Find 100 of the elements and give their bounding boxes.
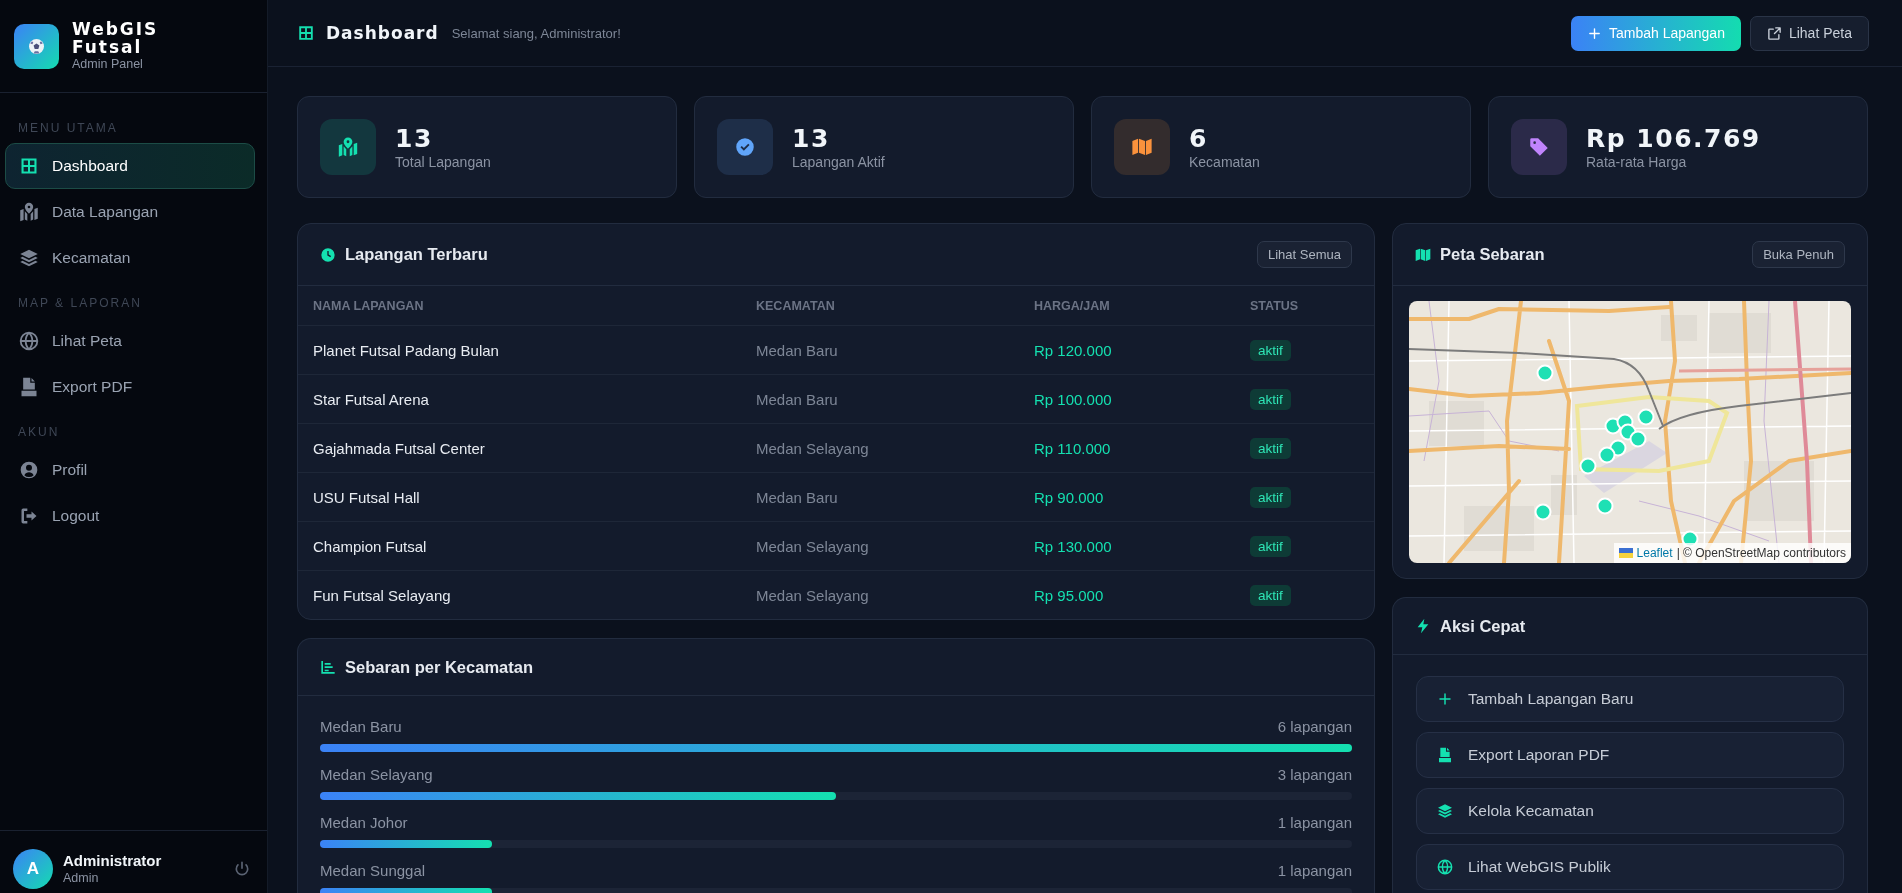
user-name: Administrator [63, 852, 163, 870]
file-icon [19, 377, 39, 397]
leaflet-link[interactable]: Leaflet [1636, 546, 1673, 560]
stat-label: Rata-rata Harga [1586, 152, 1688, 171]
quick-action-button[interactable]: Export Laporan PDF [1416, 732, 1844, 778]
price-text: Rp 120.000 [1034, 341, 1112, 359]
stat-label: Total Lapangan [395, 152, 491, 171]
fullscreen-button[interactable]: Buka Penuh [1752, 241, 1845, 268]
card-title: Sebaran per Kecamatan [345, 657, 533, 677]
district-name: Medan Baru [756, 488, 838, 506]
stat-value: 13 [395, 123, 434, 153]
district-name: Medan Johor [320, 814, 408, 832]
sidebar-item[interactable]: Export PDF [5, 364, 255, 410]
bar-chart-icon [320, 659, 336, 675]
card-title: Peta Sebaran [1440, 245, 1545, 264]
field-name: USU Futsal Hall [313, 488, 420, 506]
page-title: Dashboard [326, 23, 439, 43]
column-header: NAMA LAPANGAN [313, 298, 424, 313]
user-role: Admin [63, 870, 100, 886]
map-marker-icon[interactable] [1598, 446, 1616, 464]
quick-action-button[interactable]: Kelola Kecamatan [1416, 788, 1844, 834]
district-name: Medan Selayang [756, 586, 869, 604]
district-name: Medan Baru [756, 341, 838, 359]
price-text: Rp 95.000 [1034, 586, 1104, 604]
globe-icon [1437, 859, 1453, 875]
map-pin-icon [320, 119, 376, 175]
quick-action-button[interactable]: Tambah Lapangan Baru [1416, 676, 1844, 722]
field-count: 1 lapangan [1277, 814, 1352, 832]
sidebar-item[interactable]: Profil [5, 447, 255, 493]
district-name: Medan Selayang [320, 766, 433, 784]
plus-icon [1437, 691, 1453, 707]
district-name: Medan Baru [756, 390, 838, 408]
stat-value: Rp 106.769 [1586, 123, 1761, 153]
tag-icon [1511, 119, 1567, 175]
price-text: Rp 100.000 [1034, 390, 1112, 408]
logout-icon [19, 506, 39, 526]
status-badge: aktif [1250, 535, 1291, 557]
field-name: Fun Futsal Selayang [313, 586, 451, 604]
sidebar-item[interactable]: Data Lapangan [5, 189, 255, 235]
greeting-text: Selamat siang, Administrator! [451, 25, 621, 41]
clock-icon [320, 246, 336, 263]
field-count: 6 lapangan [1277, 718, 1352, 736]
status-badge: aktif [1250, 388, 1291, 410]
globe-icon [19, 331, 39, 351]
map-marker-icon[interactable] [1534, 503, 1552, 521]
stat-label: Lapangan Aktif [792, 152, 885, 171]
sidebar-item[interactable]: Dashboard [5, 143, 255, 189]
open-map-button[interactable]: Lihat Peta [1749, 15, 1869, 51]
plus-icon [1586, 25, 1602, 41]
sidebar-item[interactable]: Kecamatan [5, 235, 255, 281]
user-icon [19, 460, 39, 480]
map-marker-icon[interactable] [1536, 364, 1554, 382]
district-name: Medan Sunggal [320, 862, 426, 880]
price-text: Rp 130.000 [1034, 537, 1112, 555]
view-all-button[interactable]: Lihat Semua [1257, 241, 1352, 268]
map-icon [1114, 119, 1170, 175]
column-header: HARGA/JAM [1034, 298, 1110, 313]
section-label: AKUN [18, 425, 60, 439]
card-title: Lapangan Terbaru [345, 245, 488, 264]
map-marker-icon[interactable] [1596, 497, 1614, 515]
section-label: MAP & LAPORAN [18, 296, 142, 310]
grid-icon [297, 24, 315, 42]
map-icon [1415, 246, 1431, 263]
status-badge: aktif [1250, 437, 1291, 459]
field-name: Planet Futsal Padang Bulan [313, 341, 499, 359]
flag-icon [1618, 548, 1633, 558]
status-badge: aktif [1250, 584, 1291, 606]
file-icon [1437, 747, 1453, 763]
district-name: Medan Selayang [756, 537, 869, 555]
stat-value: 13 [792, 123, 831, 153]
field-count: 3 lapangan [1277, 766, 1352, 784]
price-text: Rp 110.000 [1034, 439, 1111, 457]
attribution-text: | © OpenStreetMap contributors [1676, 546, 1846, 560]
map-marker-icon[interactable] [1629, 430, 1647, 448]
user-avatar: A [13, 849, 53, 889]
section-label: MENU UTAMA [18, 121, 118, 135]
layers-icon [1437, 803, 1453, 819]
power-icon[interactable] [233, 860, 251, 878]
map-marker-icon[interactable] [1637, 408, 1655, 426]
brand-subtitle: Admin Panel [72, 57, 144, 72]
stat-value: 6 [1189, 123, 1209, 153]
map-pin-icon [19, 202, 39, 222]
field-name: Gajahmada Futsal Center [313, 439, 485, 457]
layers-icon [19, 248, 39, 268]
field-name: Champion Futsal [313, 537, 427, 555]
field-count: 1 lapangan [1277, 862, 1352, 880]
grid-icon [19, 156, 39, 176]
card-title: Aksi Cepat [1440, 616, 1526, 636]
status-badge: aktif [1250, 339, 1291, 361]
external-link-icon [1766, 25, 1782, 41]
brand-title: WebGIS Futsal [72, 20, 160, 56]
sidebar-item[interactable]: Lihat Peta [5, 318, 255, 364]
status-badge: aktif [1250, 486, 1291, 508]
bolt-icon [1415, 618, 1431, 634]
stat-label: Kecamatan [1189, 152, 1260, 171]
district-name: Medan Baru [320, 718, 402, 736]
sidebar-item[interactable]: Logout [5, 493, 255, 539]
quick-action-button[interactable]: Lihat WebGIS Publik [1416, 844, 1844, 890]
field-name: Star Futsal Arena [313, 390, 429, 408]
map-marker-icon[interactable] [1579, 457, 1597, 475]
